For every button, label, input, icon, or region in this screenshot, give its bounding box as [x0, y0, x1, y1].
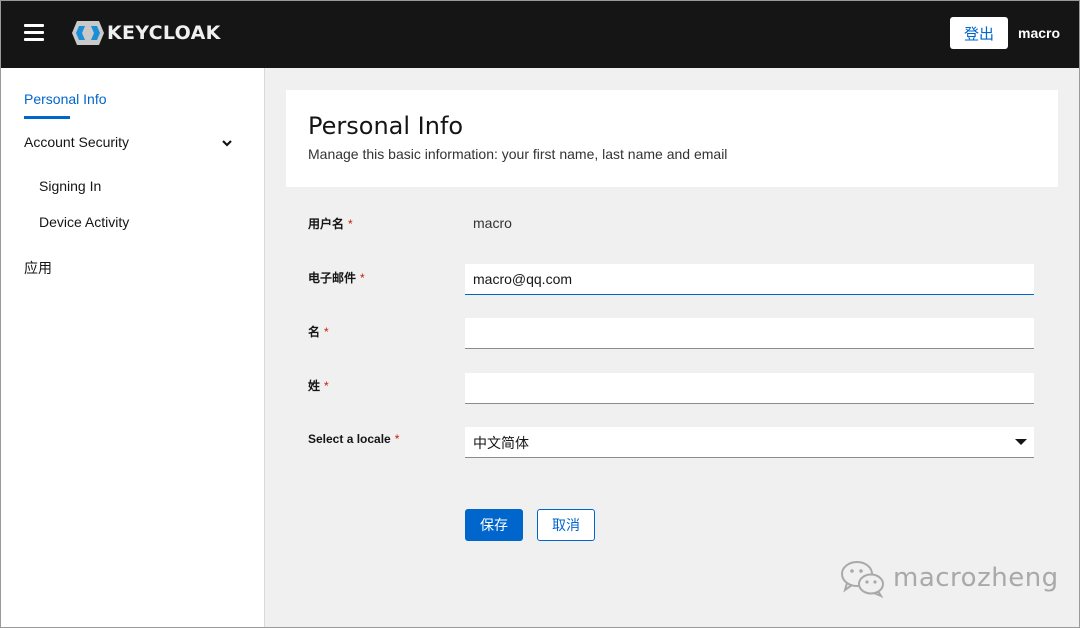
page-header: Personal Info Manage this basic informat…: [286, 90, 1058, 187]
email-label: 电子邮件 *: [308, 271, 365, 285]
locale-selected-value: 中文简体: [473, 436, 529, 452]
sidebar-item-personal-info[interactable]: Personal Info: [24, 91, 107, 107]
sidebar-item-device-activity[interactable]: Device Activity: [39, 214, 129, 230]
last-name-field[interactable]: [465, 373, 1034, 404]
sidebar-item-applications[interactable]: 应用: [24, 258, 52, 278]
username-value: macro: [473, 215, 512, 231]
page-description: Manage this basic information: your firs…: [308, 146, 728, 162]
active-indicator: [24, 116, 70, 119]
last-name-label: 姓 *: [308, 379, 329, 393]
first-name-label: 名 *: [308, 325, 329, 339]
required-marker: *: [394, 432, 400, 446]
masthead: KEYCLOAK 登出 macro: [1, 1, 1079, 68]
brand-name: KEYCLOAK: [107, 22, 221, 44]
required-marker: *: [360, 271, 365, 285]
required-marker: *: [348, 217, 353, 231]
cancel-button[interactable]: 取消: [537, 509, 595, 541]
page-title: Personal Info: [308, 112, 464, 140]
caret-down-icon: [1015, 439, 1027, 445]
username-label: 用户名 *: [308, 217, 353, 231]
first-name-field[interactable]: [465, 318, 1034, 349]
email-field[interactable]: [465, 264, 1034, 295]
user-name[interactable]: macro: [1018, 25, 1060, 41]
main-content: Personal Info Manage this basic informat…: [265, 68, 1079, 627]
locale-label: Select a locale *: [308, 432, 400, 446]
watermark: macrozheng: [839, 558, 1059, 598]
sidebar-nav: Personal Info Account Security Signing I…: [1, 68, 265, 627]
wechat-icon: [841, 561, 884, 598]
keycloak-logo: KEYCLOAK: [71, 19, 221, 47]
required-marker: *: [324, 379, 329, 393]
required-marker: *: [324, 325, 329, 339]
sidebar-item-account-security[interactable]: Account Security: [24, 134, 129, 150]
chevron-down-icon[interactable]: [221, 137, 233, 149]
hamburger-menu-icon[interactable]: [24, 23, 44, 43]
keycloak-logo-icon: [72, 21, 104, 45]
app-window: KEYCLOAK 登出 macro Personal Info Account …: [0, 0, 1080, 628]
sidebar-item-signing-in[interactable]: Signing In: [39, 178, 101, 194]
watermark-text: macrozheng: [893, 563, 1059, 593]
save-button[interactable]: 保存: [465, 509, 523, 541]
logout-button[interactable]: 登出: [950, 17, 1008, 49]
locale-select[interactable]: 中文简体: [465, 427, 1034, 458]
